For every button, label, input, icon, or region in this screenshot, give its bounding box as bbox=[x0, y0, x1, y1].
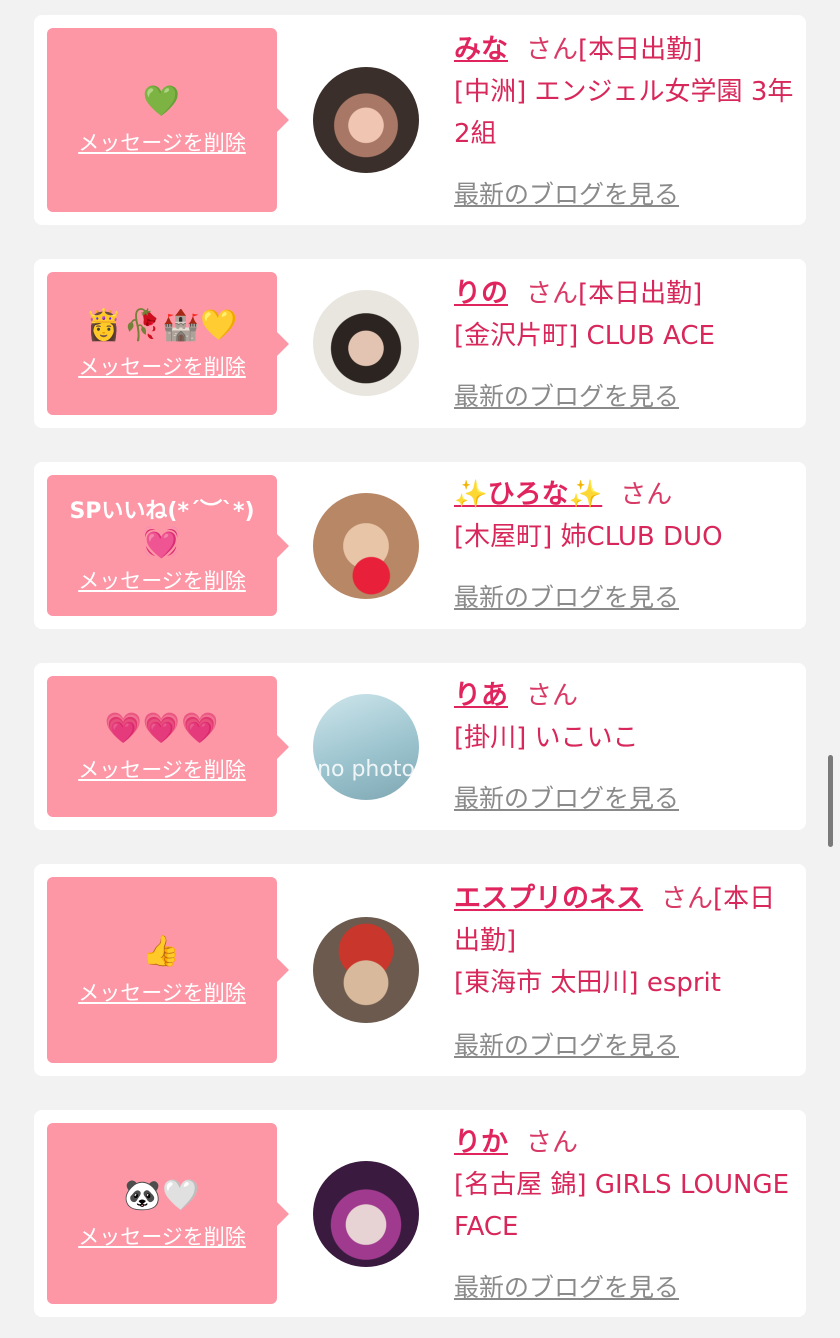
avatar[interactable] bbox=[313, 290, 419, 396]
avatar[interactable] bbox=[313, 917, 419, 1023]
like-card: 💚 メッセージを削除 みな さん[本日出勤] [中洲] エンジェル女学園 3年2組… bbox=[34, 15, 806, 225]
honorific: さん bbox=[526, 279, 579, 309]
honorific: さん bbox=[526, 35, 579, 65]
girl-info: ✨ひろな✨ さん [木屋町] 姉CLUB DUO bbox=[454, 474, 794, 558]
girl-name-link[interactable]: ✨ひろな✨ bbox=[454, 479, 602, 510]
girl-name-link[interactable]: りあ bbox=[454, 680, 508, 711]
shop-name: [名古屋 錦] GIRLS LOUNGE FACE bbox=[454, 1170, 790, 1242]
shop-name: [金沢片町] CLUB ACE bbox=[454, 321, 715, 351]
like-card: 👍 メッセージを削除 エスプリのネス さん[本日出勤] [東海市 太田川] esp… bbox=[34, 864, 806, 1076]
message-bubble: 👸🥀🏰💛 メッセージを削除 bbox=[47, 272, 289, 415]
honorific: さん bbox=[526, 1128, 579, 1158]
shop-name: [東海市 太田川] esprit bbox=[454, 968, 721, 998]
attendance-status: [本日出勤] bbox=[578, 279, 703, 309]
message-text: 🐼🤍 bbox=[123, 1177, 201, 1213]
latest-blog-link[interactable]: 最新のブログを見る bbox=[454, 1268, 679, 1304]
shop-name: [中洲] エンジェル女学園 3年2組 bbox=[454, 77, 794, 149]
shop-name: [木屋町] 姉CLUB DUO bbox=[454, 522, 723, 552]
girl-name-link[interactable]: りの bbox=[454, 278, 508, 309]
message-emoji: 💓 bbox=[142, 524, 182, 560]
delete-message-link[interactable]: メッセージを削除 bbox=[78, 351, 246, 381]
delete-message-link[interactable]: メッセージを削除 bbox=[78, 1221, 246, 1251]
message-bubble: 💚 メッセージを削除 bbox=[47, 28, 289, 212]
like-card: 💗💗💗 メッセージを削除 no photo りあ さん [掛川] いこいこ 最新の… bbox=[34, 663, 806, 830]
vertical-scrollbar[interactable] bbox=[828, 755, 833, 847]
avatar[interactable] bbox=[313, 1161, 419, 1267]
like-card: 👸🥀🏰💛 メッセージを削除 りの さん[本日出勤] [金沢片町] CLUB ACE… bbox=[34, 259, 806, 428]
message-bubble: 💗💗💗 メッセージを削除 bbox=[47, 676, 289, 817]
message-text: 💗💗💗 bbox=[104, 710, 220, 746]
shop-name: [掛川] いこいこ bbox=[454, 723, 639, 753]
latest-blog-link[interactable]: 最新のブログを見る bbox=[454, 175, 679, 211]
delete-message-link[interactable]: メッセージを削除 bbox=[78, 754, 246, 784]
honorific: さん bbox=[620, 480, 673, 510]
message-bubble: 🐼🤍 メッセージを削除 bbox=[47, 1123, 289, 1304]
girl-info: みな さん[本日出勤] [中洲] エンジェル女学園 3年2組 bbox=[454, 29, 794, 155]
delete-message-link[interactable]: メッセージを削除 bbox=[78, 565, 246, 595]
girl-name-link[interactable]: りか bbox=[454, 1127, 508, 1158]
avatar[interactable] bbox=[313, 493, 419, 599]
message-text: 👍 bbox=[142, 934, 182, 969]
girl-info: りあ さん [掛川] いこいこ bbox=[454, 675, 794, 759]
no-photo-label: no photo bbox=[317, 757, 415, 782]
honorific: さん bbox=[661, 884, 714, 914]
message-text: 👸🥀🏰💛 bbox=[85, 307, 239, 343]
avatar[interactable]: no photo bbox=[313, 694, 419, 800]
girl-info: エスプリのネス さん[本日出勤] [東海市 太田川] esprit bbox=[454, 878, 794, 1004]
message-text: 💚 bbox=[142, 84, 182, 119]
like-card: SPいいね(*´︶`*) 💓 メッセージを削除 ✨ひろな✨ さん [木屋町] 姉C… bbox=[34, 462, 806, 629]
girl-name-link[interactable]: みな bbox=[454, 34, 508, 65]
attendance-status: [本日出勤] bbox=[578, 35, 703, 65]
message-text: SPいいね(*´︶`*) bbox=[69, 498, 255, 524]
latest-blog-link[interactable]: 最新のブログを見る bbox=[454, 578, 679, 614]
latest-blog-link[interactable]: 最新のブログを見る bbox=[454, 377, 679, 413]
girl-info: りか さん [名古屋 錦] GIRLS LOUNGE FACE bbox=[454, 1122, 794, 1248]
message-bubble: 👍 メッセージを削除 bbox=[47, 877, 289, 1063]
girl-name-link[interactable]: エスプリのネス bbox=[454, 883, 643, 914]
like-card: 🐼🤍 メッセージを削除 りか さん [名古屋 錦] GIRLS LOUNGE FA… bbox=[34, 1110, 806, 1317]
message-bubble: SPいいね(*´︶`*) 💓 メッセージを削除 bbox=[47, 475, 289, 616]
girl-info: りの さん[本日出勤] [金沢片町] CLUB ACE bbox=[454, 273, 794, 357]
latest-blog-link[interactable]: 最新のブログを見る bbox=[454, 779, 679, 815]
avatar[interactable] bbox=[313, 67, 419, 173]
delete-message-link[interactable]: メッセージを削除 bbox=[78, 977, 246, 1007]
delete-message-link[interactable]: メッセージを削除 bbox=[78, 127, 246, 157]
latest-blog-link[interactable]: 最新のブログを見る bbox=[454, 1026, 679, 1062]
honorific: さん bbox=[526, 681, 579, 711]
